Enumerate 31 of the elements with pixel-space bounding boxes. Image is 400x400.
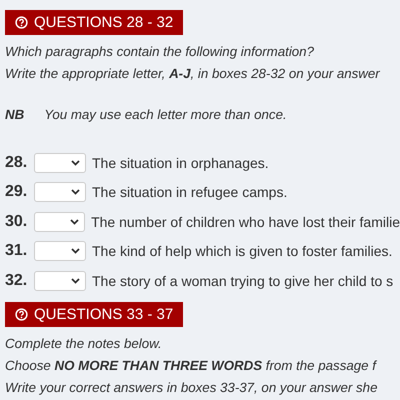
help-icon — [15, 16, 28, 29]
instruction-text: Write your correct answers in boxes 33-37, on your answer she — [5, 378, 378, 397]
question-number: 31. — [5, 242, 28, 260]
answer-dropdown[interactable] — [34, 182, 86, 202]
question-number: 32. — [5, 272, 28, 290]
question-number: 30. — [5, 212, 28, 231]
caret-icon — [71, 189, 80, 196]
caret-icon — [71, 278, 80, 284]
note-text: You may use each letter more than once. — [44, 107, 287, 122]
question-text: The situation in refugee camps. — [92, 184, 288, 200]
question-text: The situation in orphanages. — [92, 154, 269, 171]
question-text: The kind of help which is given to foster families. — [92, 243, 392, 260]
answer-dropdown[interactable] — [34, 270, 86, 291]
answer-dropdown[interactable] — [34, 241, 86, 262]
caret-icon — [71, 160, 80, 166]
question-number: 28. — [5, 154, 28, 172]
section-title: QUESTIONS 28 - 32 — [34, 14, 174, 31]
instruction-text: Write the appropriate letter, A-J, in boxes 28-32 on your answer — [5, 65, 381, 83]
question-text: The story of a woman trying to give her child to s — [92, 272, 394, 289]
answer-dropdown[interactable] — [34, 212, 86, 232]
help-icon — [15, 308, 28, 320]
answer-dropdown[interactable] — [34, 152, 86, 173]
question-text: The number of children who have lost their familie — [91, 214, 400, 230]
section-title: QUESTIONS 33 - 37 — [34, 306, 174, 322]
caret-icon — [70, 218, 80, 225]
caret-icon — [71, 248, 80, 254]
instruction-text: Which paragraphs contain the following information? — [5, 43, 315, 61]
note-label: NB — [5, 107, 24, 122]
instruction-text: Complete the notes below. — [5, 334, 163, 353]
question-number: 29. — [5, 183, 28, 202]
instruction-text: Choose NO MORE THAN THREE WORDS from the passage f — [5, 356, 378, 375]
